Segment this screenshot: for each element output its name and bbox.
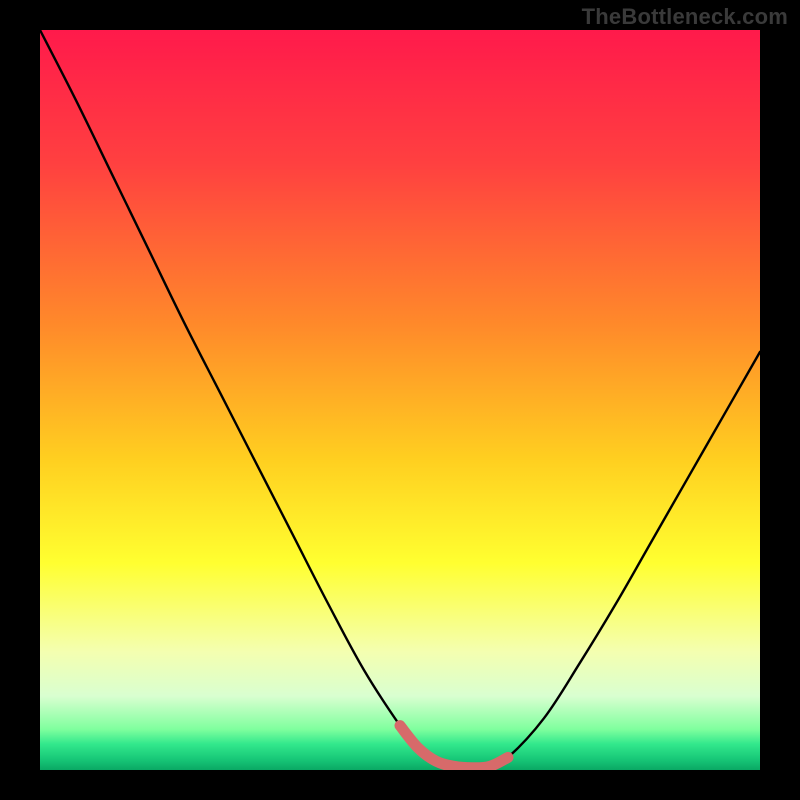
plot-area: [40, 30, 760, 770]
chart-svg: [40, 30, 760, 770]
gradient-background: [40, 30, 760, 770]
watermark-text: TheBottleneck.com: [582, 4, 788, 30]
chart-frame: TheBottleneck.com: [0, 0, 800, 800]
